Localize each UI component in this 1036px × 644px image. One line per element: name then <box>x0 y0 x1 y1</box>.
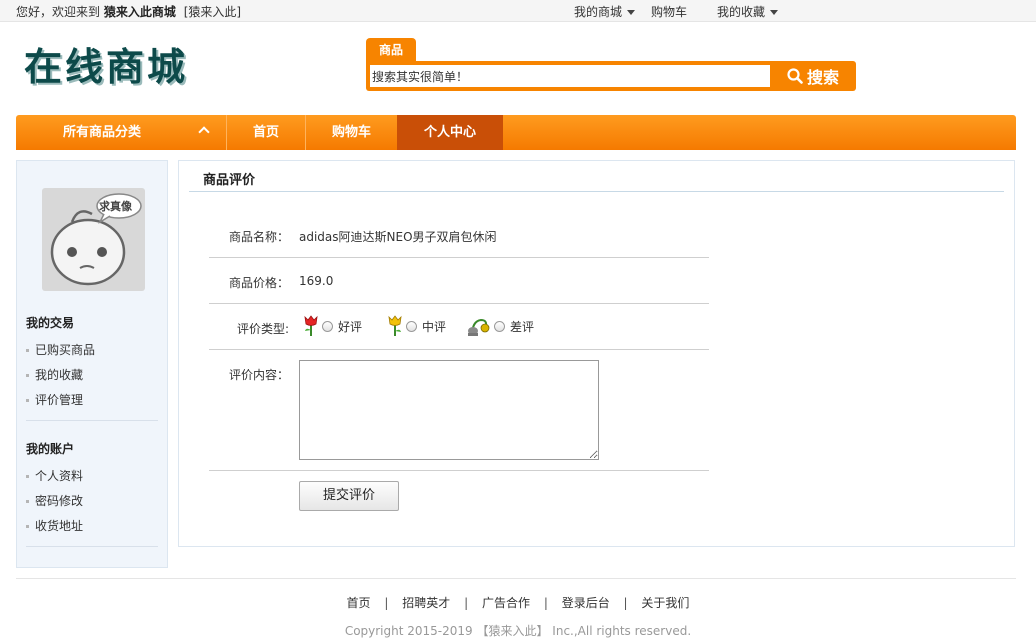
section-title-account: 我的账户 <box>26 442 75 456</box>
rating-label-good: 好评 <box>338 319 363 334</box>
sidebar-item-favorites[interactable]: 我的收藏 <box>26 366 83 383</box>
nav-home[interactable]: 首页 <box>226 115 305 150</box>
row-divider <box>209 470 709 471</box>
all-categories-menu[interactable]: 所有商品分类 <box>16 115 226 150</box>
title-divider <box>189 191 1004 192</box>
review-content-textarea[interactable] <box>299 360 599 460</box>
copyright: Copyright 2015-2019 【猿来入此】 Inc.,All righ… <box>344 624 692 638</box>
footer-separator: | <box>384 596 389 610</box>
row-divider <box>209 257 709 258</box>
product-name: adidas阿迪达斯NEO男子双肩包休闲 <box>299 230 497 244</box>
footer-link-home[interactable]: 首页 <box>347 596 371 610</box>
row-divider <box>209 349 709 350</box>
nav-cart[interactable]: 购物车 <box>305 115 397 150</box>
my-favorites-label: 我的收藏 <box>716 5 765 19</box>
welcome-message: 您好，欢迎来到 猿来入此商城 [猿来入此] <box>16 3 241 20</box>
section-title-trades: 我的交易 <box>26 316 75 330</box>
site-logo[interactable]: 在线商城 <box>24 44 188 90</box>
search-button-label: 搜索 <box>806 68 839 87</box>
footer-separator: | <box>543 596 548 610</box>
bracket-link[interactable]: [猿来入此] <box>184 5 241 19</box>
sidebar-divider <box>26 420 158 421</box>
footer-link-about[interactable]: 关于我们 <box>641 596 689 610</box>
search-bar: 搜索 <box>366 61 856 91</box>
chevron-up-icon <box>198 126 210 138</box>
sidebar-divider <box>26 546 158 547</box>
my-favorites-link[interactable]: 我的收藏 <box>717 3 778 20</box>
review-content-label: 评价内容： <box>228 368 289 382</box>
rating-radio-bad[interactable] <box>494 320 505 332</box>
top-links: 我的商城 购物车 我的收藏 <box>560 3 778 20</box>
red-flower-icon <box>304 315 318 336</box>
cart-link[interactable]: 购物车 <box>651 3 687 20</box>
nav-user-center[interactable]: 个人中心 <box>397 115 503 150</box>
search-input[interactable] <box>370 65 770 87</box>
yellow-flower-icon <box>388 315 402 336</box>
my-mall-link[interactable]: 我的商城 <box>574 3 635 20</box>
rating-radio-good[interactable] <box>322 320 333 332</box>
sidebar-item-profile[interactable]: 个人资料 <box>26 467 83 484</box>
rating-option-bad[interactable]: 差评 <box>467 315 534 337</box>
site-name: 猿来入此商城 <box>103 5 176 19</box>
page-title: 商品评价 <box>203 173 256 188</box>
all-categories-label: 所有商品分类 <box>63 125 142 140</box>
sidebar-item-reviews[interactable]: 评价管理 <box>26 391 83 408</box>
product-name-label: 商品名称： <box>228 230 289 244</box>
sidebar-item-address[interactable]: 收货地址 <box>26 517 83 534</box>
rating-radio-neutral[interactable] <box>406 320 417 332</box>
rating-type-label: 评价类型: <box>236 322 289 336</box>
chevron-down-icon <box>770 10 778 15</box>
review-panel: 商品评价 商品名称： adidas阿迪达斯NEO男子双肩包休闲 商品价格： 16… <box>178 160 1015 547</box>
avatar-caption: 求真像 <box>99 200 132 213</box>
rating-option-neutral[interactable]: 中评 <box>387 315 446 337</box>
avatar[interactable]: 求真像 <box>42 188 145 291</box>
footer-separator: | <box>623 596 628 610</box>
my-mall-label: 我的商城 <box>573 5 622 19</box>
rating-option-good[interactable]: 好评 <box>303 315 362 337</box>
wilted-flower-icon <box>468 318 490 337</box>
product-price: 169.0 <box>299 274 334 288</box>
rating-label-bad: 差评 <box>510 319 535 334</box>
footer-link-careers[interactable]: 招聘英才 <box>402 596 450 610</box>
footer-links: 首页 | 招聘英才 | 广告合作 | 登录后台 | 关于我们 <box>0 594 1036 611</box>
footer-separator: | <box>464 596 469 610</box>
search-button[interactable]: 搜索 <box>770 61 856 91</box>
product-price-label: 商品价格： <box>228 276 289 290</box>
submit-review-button[interactable]: 提交评价 <box>299 481 399 511</box>
search-category-tab[interactable]: 商品 <box>366 38 416 62</box>
top-bar: 您好，欢迎来到 猿来入此商城 [猿来入此] 我的商城 购物车 我的收藏 <box>0 0 1036 22</box>
sidebar-item-purchased[interactable]: 已购买商品 <box>26 341 95 358</box>
footer-link-admin[interactable]: 登录后台 <box>562 596 610 610</box>
sidebar: 求真像 我的交易 已购买商品 我的收藏 评价管理 我的账户 个人资料 密码修改 … <box>16 160 168 568</box>
footer-divider <box>16 578 1016 579</box>
chevron-down-icon <box>626 10 635 15</box>
welcome-prefix: 您好，欢迎来到 <box>16 5 101 19</box>
row-divider <box>209 303 709 304</box>
rating-label-neutral: 中评 <box>422 319 447 334</box>
search-icon <box>787 68 803 84</box>
cart-label: 购物车 <box>650 5 687 19</box>
sidebar-item-password[interactable]: 密码修改 <box>26 492 83 509</box>
footer-link-ads[interactable]: 广告合作 <box>482 596 530 610</box>
main-nav: 所有商品分类 首页 购物车 个人中心 <box>16 115 1016 150</box>
